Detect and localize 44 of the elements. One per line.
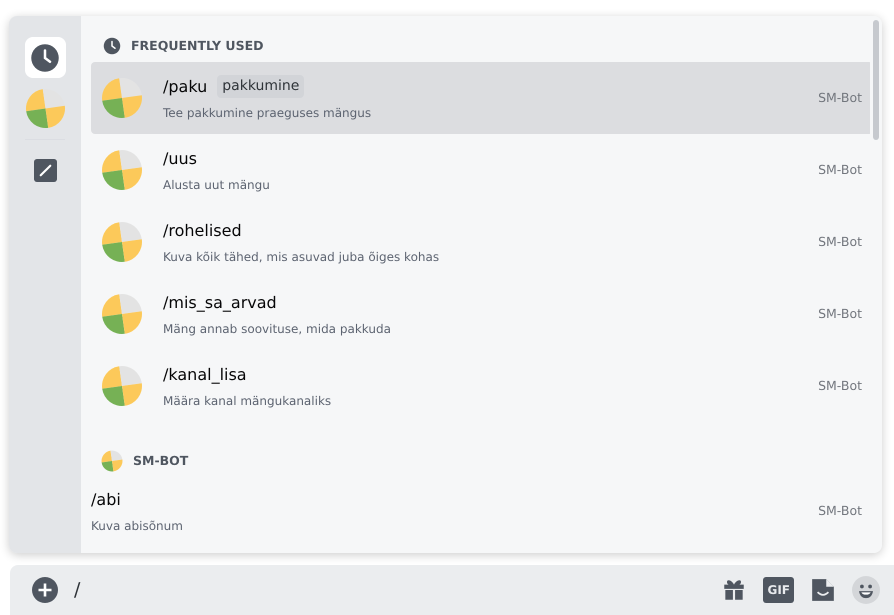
command-item[interactable]: /abi Kuva abisõnum SM-Bot (91, 479, 870, 543)
command-item[interactable]: /uus Alusta uut mängu SM-Bot (91, 134, 870, 206)
clock-icon (30, 42, 60, 72)
command-name: /rohelised (163, 220, 242, 242)
section-heading: SM-BOT (133, 452, 188, 470)
command-name: /abi (91, 488, 121, 510)
command-name: /kanal_lisa (163, 364, 247, 386)
avatar-icon (101, 77, 143, 119)
command-source: SM-Bot (818, 502, 862, 520)
command-name: /uus (163, 148, 198, 170)
avatar-icon (101, 450, 123, 472)
avatar-icon (101, 293, 143, 335)
command-description: Alusta uut mängu (163, 176, 271, 194)
command-item[interactable]: /mis_sa_arvad Mäng annab soovituse, mida pakkuda SM-Bot (91, 278, 870, 350)
avatar-icon (24, 88, 66, 129)
command-item[interactable]: /kanal_lisa Määra kanal mängukanaliks SM-Bot (91, 350, 870, 422)
avatar-icon (101, 149, 143, 191)
sticker-icon[interactable] (810, 577, 836, 603)
command-description: Mäng annab soovituse, mida pakkuda (163, 320, 392, 338)
command-source: SM-Bot (818, 376, 862, 395)
avatar-icon (101, 365, 143, 407)
clock-icon (103, 37, 121, 55)
command-item[interactable]: /rohelised Kuva kõik tähed, mis asuvad juba õiges kohas SM-Bot (91, 206, 870, 278)
scrollbar-thumb[interactable] (873, 20, 879, 140)
command-source: SM-Bot (818, 160, 862, 179)
option-tag: pakkumine (217, 75, 304, 98)
section-heading: FREQUENTLY USED (131, 36, 264, 55)
command-name: /mis_sa_arvad (163, 292, 277, 314)
command-source: SM-Bot (818, 304, 862, 323)
command-description: Kuva kõik tähed, mis asuvad juba õiges kohas (163, 248, 440, 266)
add-button[interactable] (32, 575, 58, 605)
command-source: SM-Bot (818, 88, 862, 107)
command-name: /paku (163, 76, 208, 98)
command-item[interactable]: /paku pakkumine Tee pakkumine praeguses mängus SM-Bot (91, 62, 870, 134)
message-input[interactable]: / GIF (10, 565, 894, 615)
emoji-icon[interactable] (852, 576, 880, 604)
command-description: Määra kanal mängukanaliks (163, 392, 332, 410)
command-description: Tee pakkumine praeguses mängus (163, 104, 372, 122)
avatar-icon (101, 221, 143, 263)
command-description: Kuva abisõnum (91, 518, 184, 534)
category-button[interactable] (24, 37, 66, 78)
pencil-icon (34, 159, 56, 182)
command-source: SM-Bot (818, 232, 862, 251)
gif-button[interactable]: GIF (763, 577, 794, 603)
